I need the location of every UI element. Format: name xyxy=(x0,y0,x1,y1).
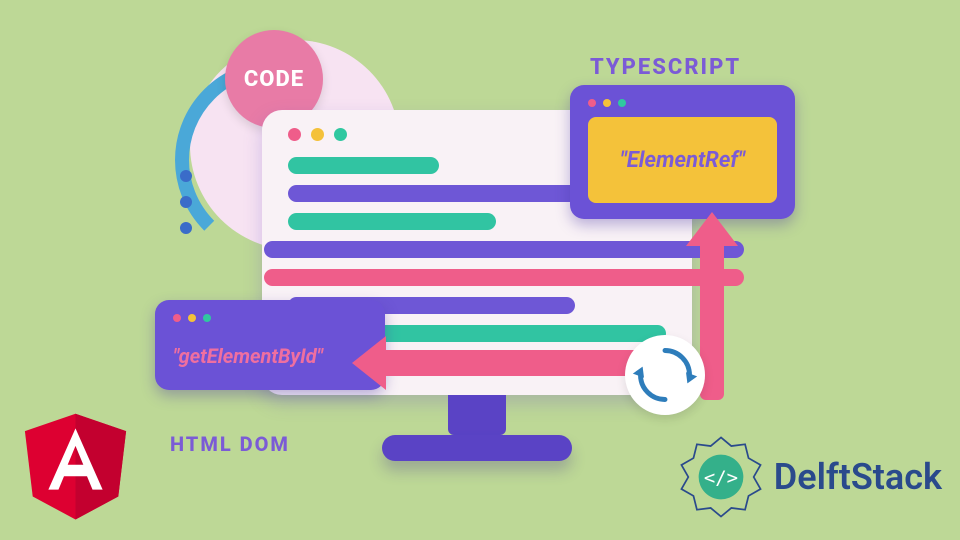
delftstack-mark-icon: </> xyxy=(678,434,764,520)
traffic-red-icon xyxy=(288,128,301,141)
monitor-stand-base xyxy=(382,435,572,461)
monitor-stand-neck xyxy=(448,395,506,435)
traffic-green-icon xyxy=(618,99,626,107)
typescript-label: TYPESCRIPT xyxy=(590,55,741,80)
traffic-green-icon xyxy=(334,128,347,141)
code-line xyxy=(264,241,744,258)
traffic-yellow-icon xyxy=(603,99,611,107)
traffic-red-icon xyxy=(588,99,596,107)
delftstack-text: DelftStack xyxy=(774,456,942,498)
dom-window: "getElementById" xyxy=(155,300,385,390)
dom-window-content: "getElementById" xyxy=(173,332,367,374)
arrow-left-icon xyxy=(380,350,640,376)
code-line xyxy=(288,157,439,174)
typescript-window: "ElementRef" xyxy=(570,85,795,219)
code-line xyxy=(264,269,744,286)
html-dom-label: HTML DOM xyxy=(170,432,290,456)
delftstack-logo: </> DelftStack xyxy=(678,434,942,520)
decorative-dots xyxy=(180,170,192,234)
code-badge-text: CODE xyxy=(244,67,304,92)
mini-traffic-lights xyxy=(173,314,367,322)
angular-logo-icon xyxy=(18,402,133,522)
mini-traffic-lights xyxy=(588,99,777,107)
code-line xyxy=(288,213,496,230)
traffic-yellow-icon xyxy=(311,128,324,141)
refresh-icon xyxy=(630,340,700,410)
traffic-green-icon xyxy=(203,314,211,322)
svg-text:</>: </> xyxy=(704,467,738,489)
traffic-yellow-icon xyxy=(188,314,196,322)
refresh-circle xyxy=(625,335,705,415)
traffic-red-icon xyxy=(173,314,181,322)
typescript-window-content: "ElementRef" xyxy=(588,117,777,203)
